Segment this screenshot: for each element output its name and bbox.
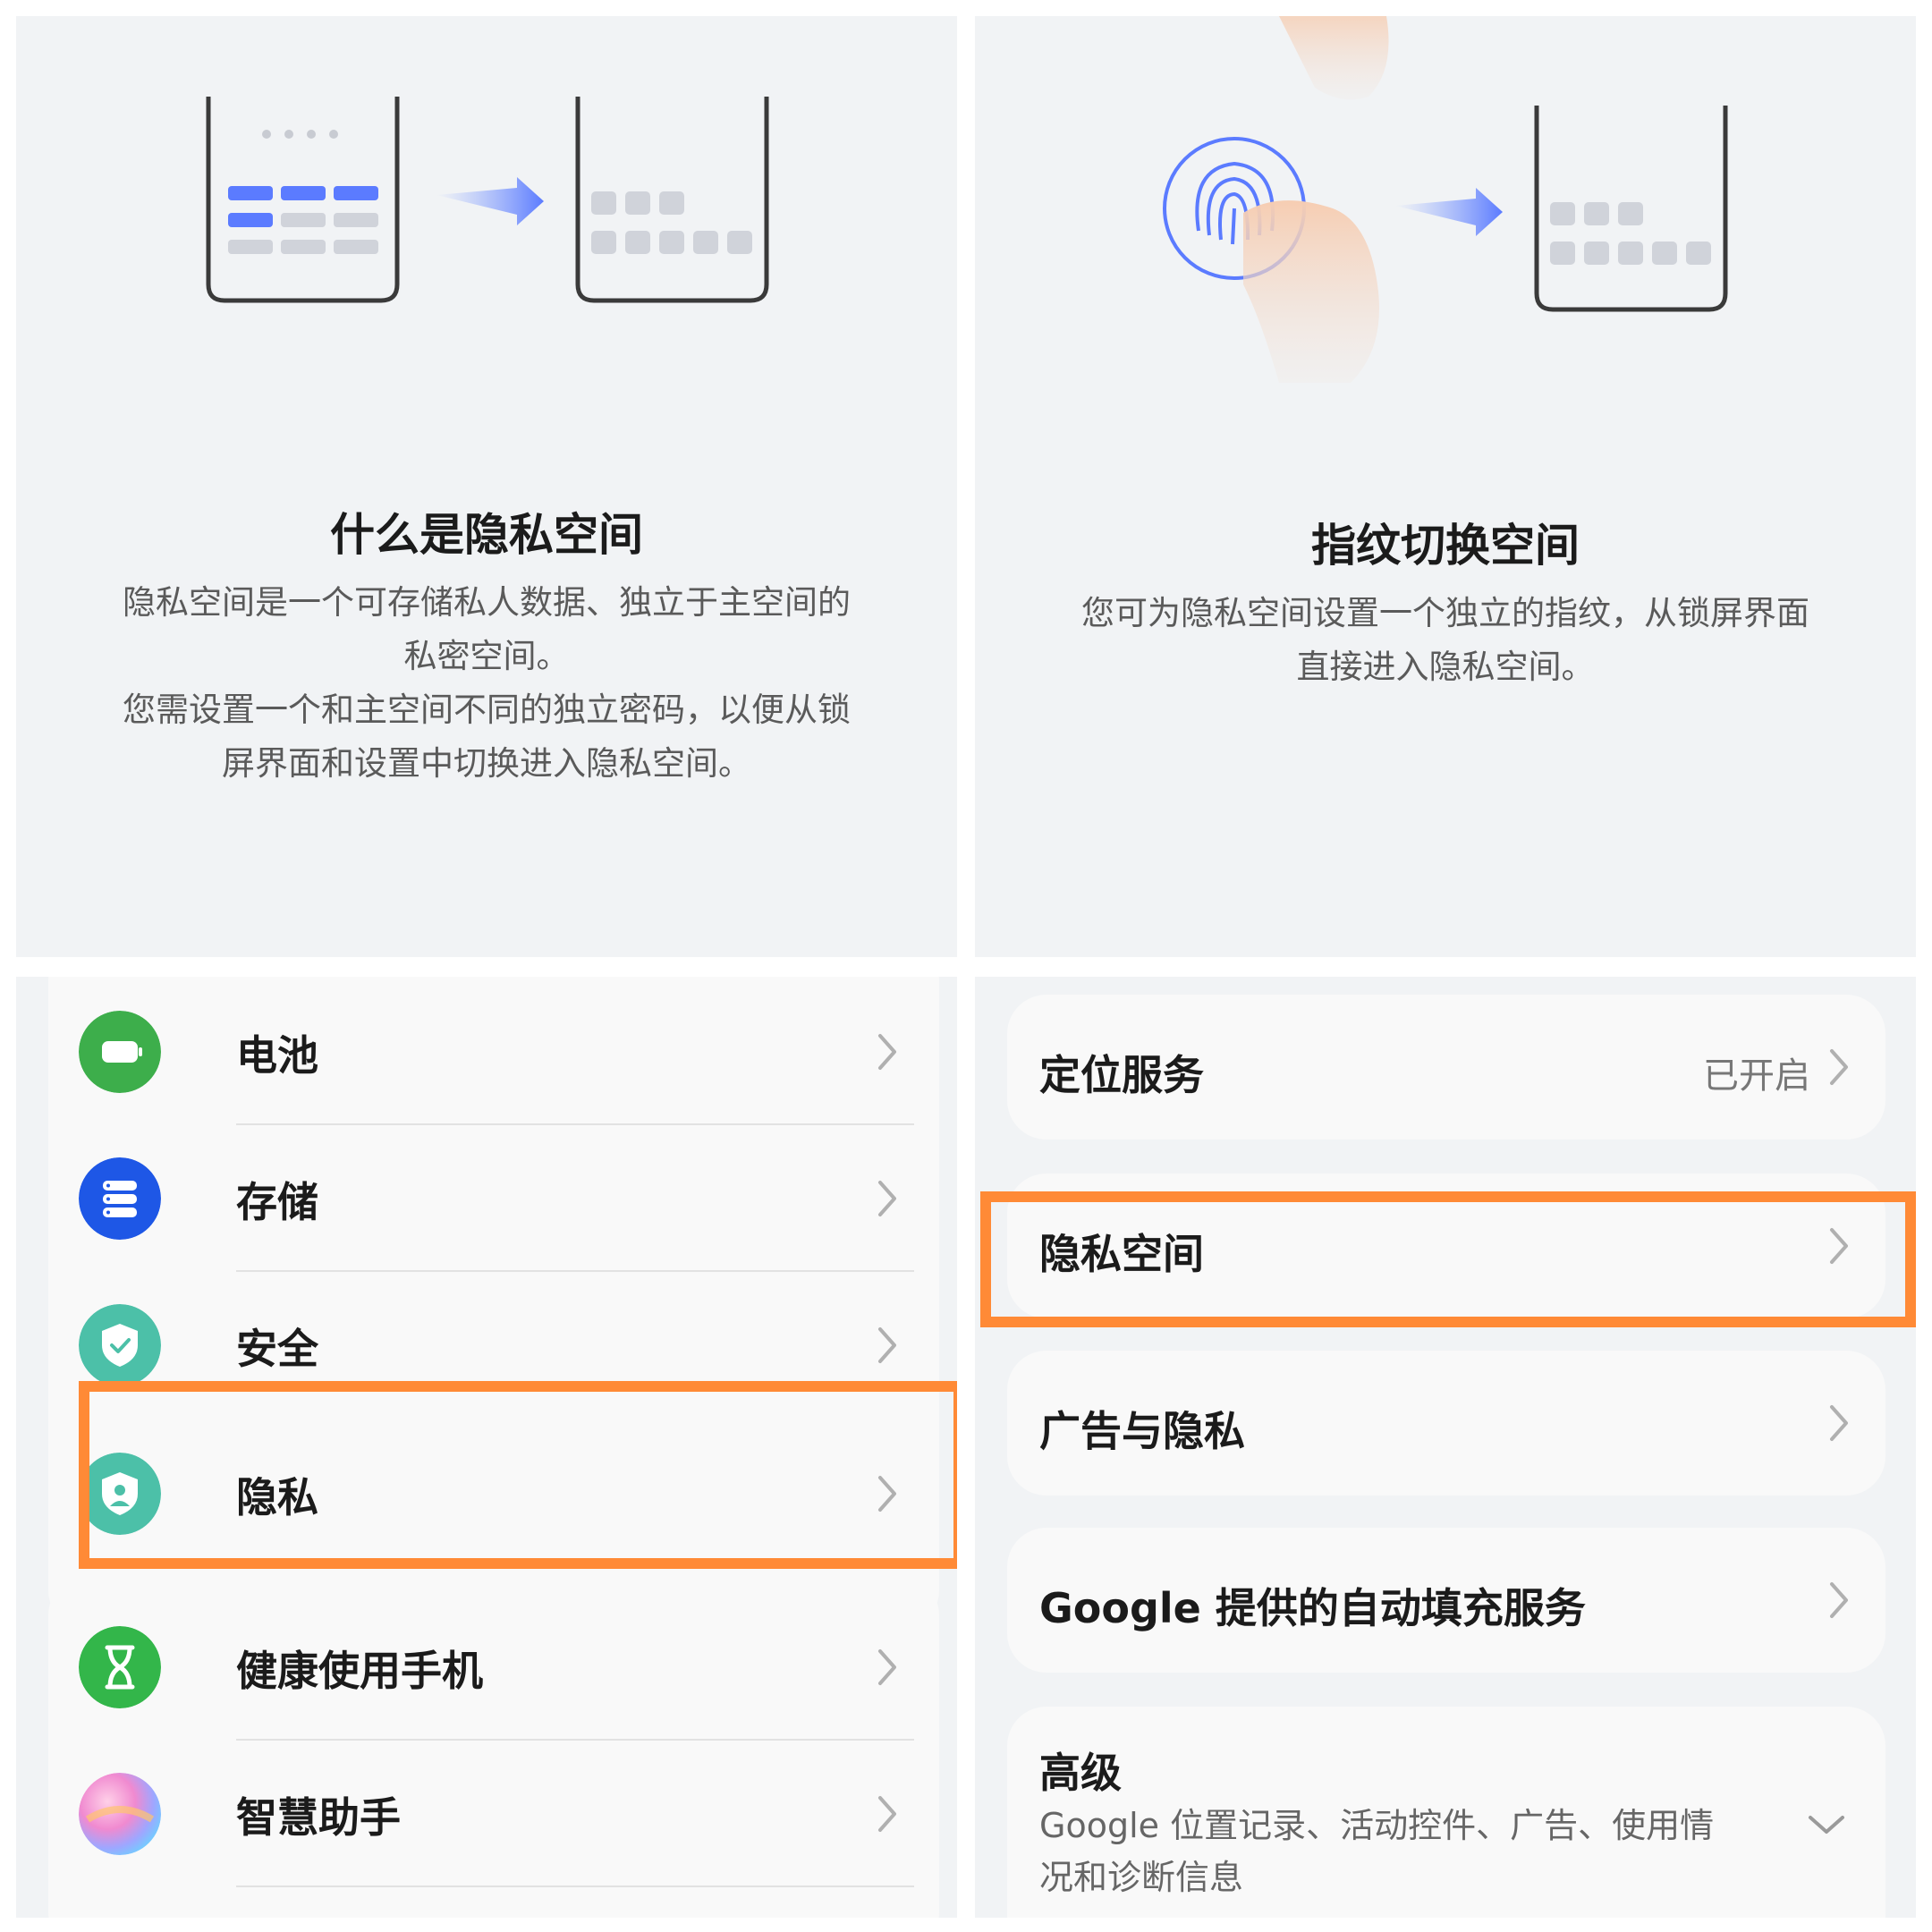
google-autofill-item[interactable]: Google 提供的自动填充服务 [1007,1528,1885,1673]
chevron-right-icon [1830,1049,1848,1085]
chevron-right-icon [878,1181,896,1216]
settings-item-smart-assistant[interactable]: 智慧助手 [48,1741,943,1887]
ads-privacy-item[interactable]: 广告与隐私 [1007,1351,1885,1496]
private-space-phone-icon [575,97,769,303]
chevron-right-icon [878,1796,896,1832]
settings-item-label: 存储 [236,1178,318,1226]
location-service-status: 已开启 [1703,1055,1810,1097]
settings-item-label: 智慧助手 [236,1793,401,1842]
battery-icon [79,1011,161,1093]
advanced-description-line: 况和诊断信息 [1039,1858,1244,1897]
advanced-description-line: Google 位置记录、活动控件、广告、使用情 [1039,1806,1715,1845]
ads-privacy-label: 广告与隐私 [1039,1407,1245,1455]
intro-description-line: 屏界面和设置中切换进入隐私空间。 [222,744,751,783]
settings-item-digital-balance[interactable]: 健康使用手机 [48,1594,943,1741]
assistant-orb-icon [79,1773,161,1855]
security-shield-icon [79,1304,161,1386]
settings-list-panel: 电池 存储 安全 隐私 健康使用手机 智慧助手 [16,977,957,1918]
chevron-right-icon [878,1649,896,1685]
intro-description-line: 隐私空间是一个可存储私人数据、独立于主空间的 [123,583,851,622]
settings-card-bottom: 健康使用手机 智慧助手 [48,1576,939,1918]
arrow-right-icon [1395,188,1503,236]
storage-icon [79,1157,161,1240]
highlight-box [980,1191,1916,1327]
intro-description-line: 您需设置一个和主空间不同的独立密码，以便从锁 [123,691,851,729]
intro-fingerprint-panel: 指纹切换空间 您可为隐私空间设置一个独立的指纹，从锁屏界面 直接进入隐私空间。 [975,16,1916,957]
intro-description-line: 您可为隐私空间设置一个独立的指纹，从锁屏界面 [1081,594,1809,632]
privacy-settings-panel: 定位服务 已开启 隐私空间 广告与隐私 Google 提供的自动填充服务 高级 … [975,977,1916,1918]
settings-item-battery[interactable]: 电池 [48,979,943,1125]
space-switch-illustration [206,97,769,303]
settings-item-label: 安全 [236,1325,318,1373]
chevron-right-icon [878,1327,896,1363]
intro-description-line: 私密空间。 [403,637,570,675]
hourglass-icon [79,1626,161,1708]
intro-description: 隐私空间是一个可存储私人数据、独立于主空间的 私密空间。 您需设置一个和主空间不… [70,576,903,791]
settings-item-label: 健康使用手机 [236,1647,483,1695]
fingerprint-switch-illustration [1163,16,1728,383]
intro-title: 指纹切换空间 [1311,520,1580,572]
advanced-label: 高级 [1039,1749,1122,1797]
settings-item-storage[interactable]: 存储 [48,1125,943,1272]
location-service-label: 定位服务 [1039,1051,1204,1099]
chevron-down-icon[interactable] [1803,1805,1850,1844]
intro-description: 您可为隐私空间设置一个独立的指纹，从锁屏界面 直接进入隐私空间。 [1029,587,1862,694]
intro-description-line: 直接进入隐私空间。 [1296,648,1595,686]
settings-item-label: 电池 [236,1031,318,1080]
highlight-box [79,1381,957,1569]
arrow-right-icon [436,177,544,225]
intro-private-space-panel: 什么是隐私空间 隐私空间是一个可存储私人数据、独立于主空间的 私密空间。 您需设… [16,16,957,957]
divider [236,1885,914,1887]
private-space-phone-icon [1534,106,1728,312]
location-service-item[interactable]: 定位服务 已开启 [1007,995,1885,1140]
google-autofill-label: Google 提供的自动填充服务 [1039,1584,1586,1632]
advanced-description: Google 位置记录、活动控件、广告、使用情 况和诊断信息 [1039,1800,1791,1903]
chevron-right-icon [1830,1405,1848,1441]
chevron-right-icon [878,1034,896,1070]
advanced-item[interactable]: 高级 Google 位置记录、活动控件、广告、使用情 况和诊断信息 [1007,1707,1885,1918]
main-space-phone-icon [206,97,400,303]
intro-title: 什么是隐私空间 [330,509,643,561]
chevron-right-icon [1830,1582,1848,1618]
